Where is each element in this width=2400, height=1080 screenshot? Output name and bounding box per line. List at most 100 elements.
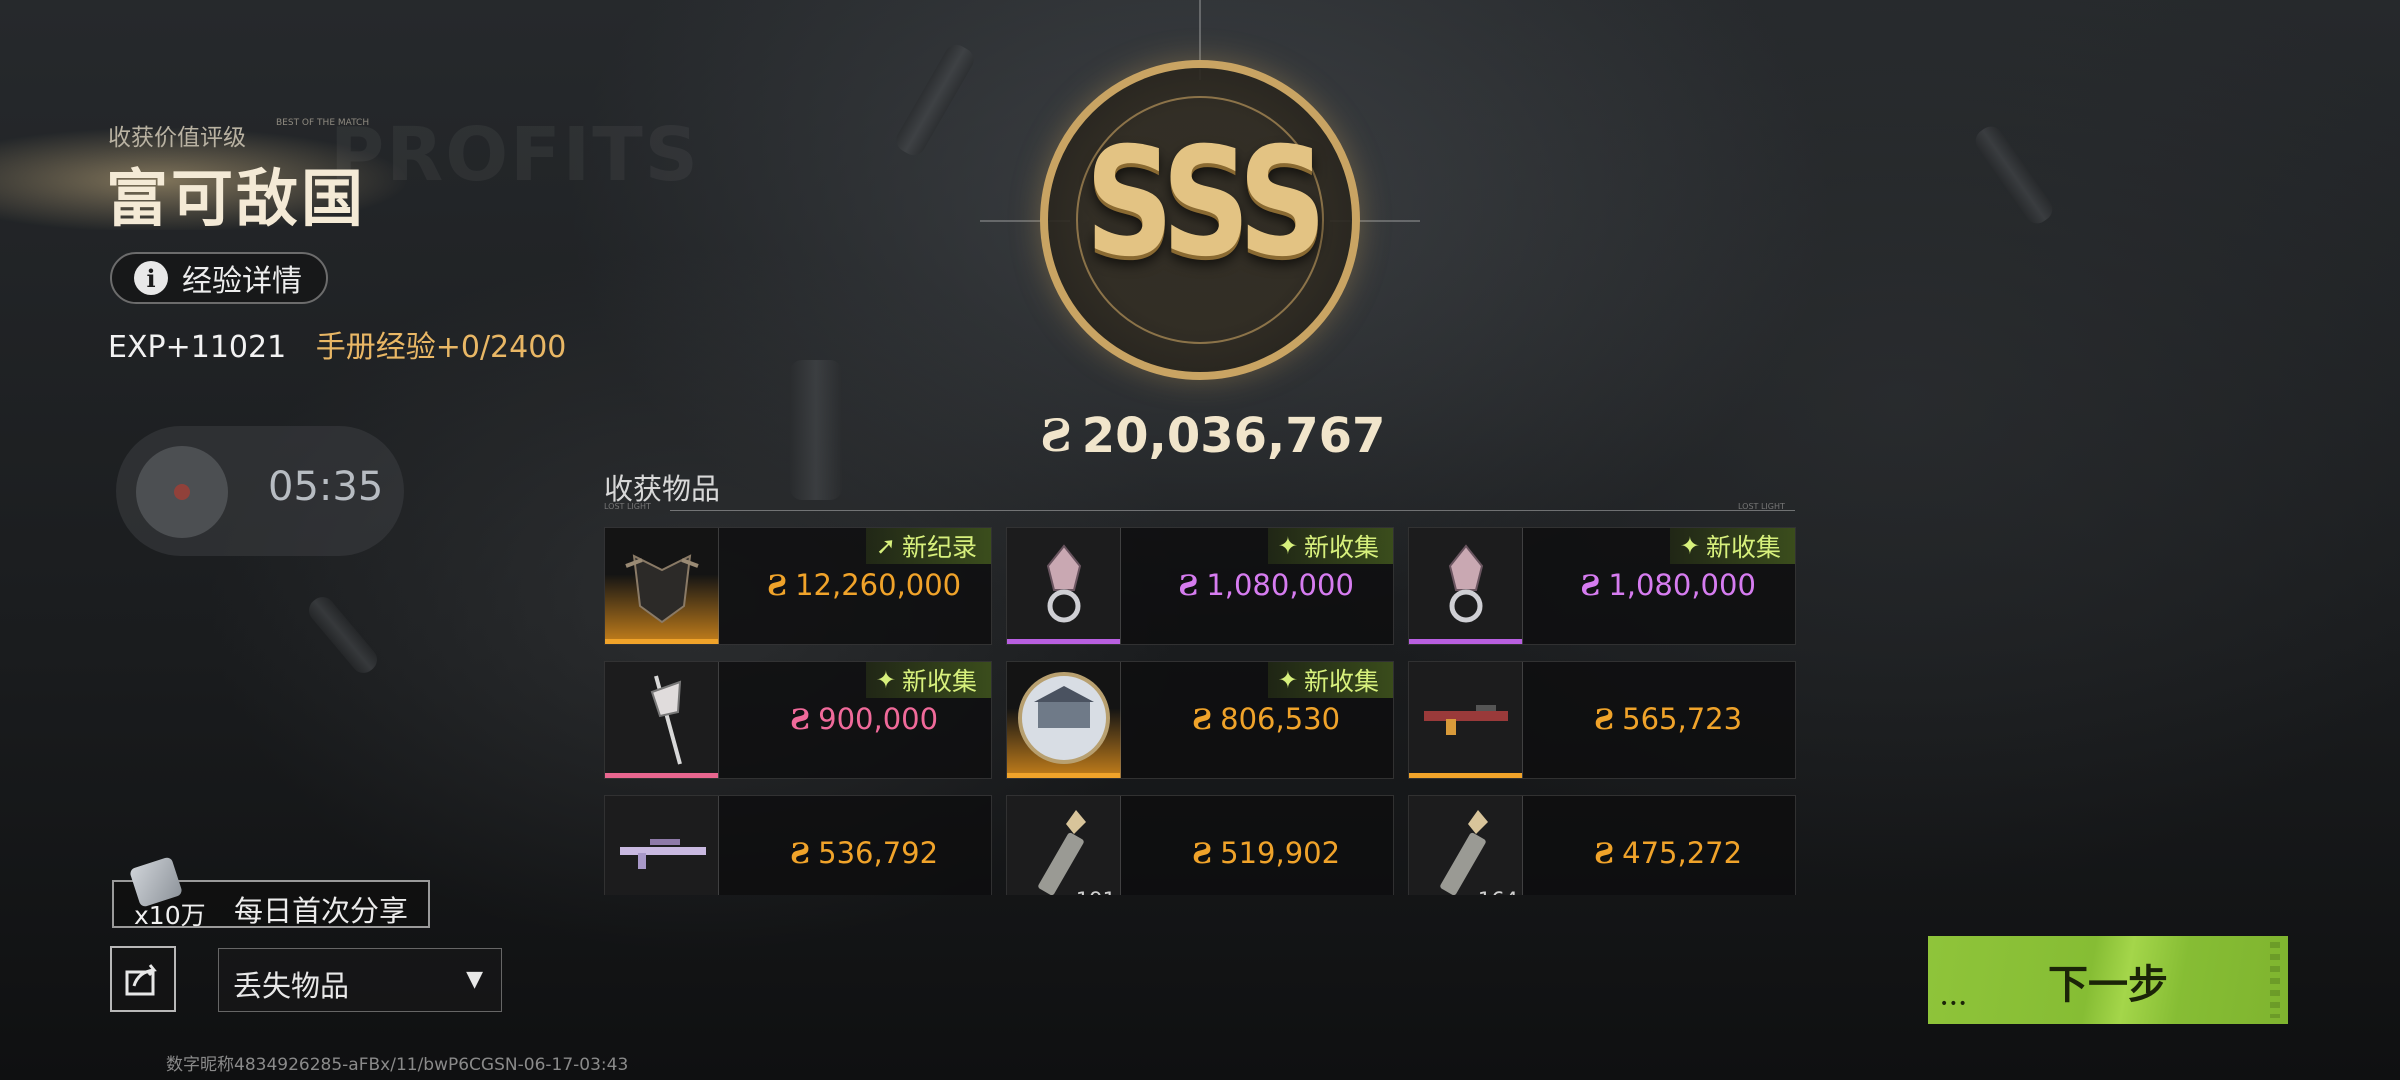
currency-icon: Ƨ	[789, 837, 811, 870]
rifle-icon	[1416, 693, 1516, 747]
next-step-button[interactable]: 下一步 •••	[1928, 936, 2288, 1024]
background-shell-decoration	[1970, 121, 2058, 229]
loot-item-card[interactable]: Ƨ 536,792	[604, 795, 992, 895]
item-thumbnail	[1409, 528, 1523, 644]
exp-summary: EXP+11021 手册经验+0/2400	[108, 322, 566, 366]
loot-item-card[interactable]: Ƨ 1,080,000 ✦ 新收集	[1006, 527, 1394, 645]
item-value-amount: 900,000	[818, 702, 939, 736]
polearm-icon	[622, 668, 702, 772]
next-dots-icon: •••	[1940, 996, 1968, 1012]
items-rule-tag: LOST LIGHT	[1738, 502, 1785, 511]
item-value: Ƨ 806,530	[1141, 702, 1391, 736]
rarity-bar	[605, 773, 718, 778]
currency-icon: Ƨ	[1593, 837, 1615, 870]
total-value: Ƨ 20,036,767	[1040, 408, 1385, 464]
next-step-label: 下一步	[2048, 962, 2168, 1008]
dropdown-arrow-icon: ▼	[466, 967, 483, 992]
sparkle-icon: ✦	[875, 666, 896, 694]
item-thumbnail	[605, 796, 719, 895]
share-label: 每日首次分享	[234, 894, 409, 928]
armor-icon	[614, 536, 710, 636]
item-badge: ✦ 新收集	[1267, 662, 1393, 698]
rank-grade: SSS	[1085, 116, 1327, 290]
ring-icon	[1426, 536, 1506, 636]
next-stripe-decoration	[2270, 942, 2280, 1018]
loot-item-card[interactable]: Ƨ 12,260,000 ➚ 新纪录	[604, 527, 992, 645]
loot-item-card[interactable]: Ƨ 806,530 ✦ 新收集	[1006, 661, 1394, 779]
item-thumbnail	[1007, 662, 1121, 778]
record-timer: 05:35	[268, 464, 384, 510]
rarity-bar	[605, 639, 718, 644]
currency-icon: Ƨ	[1040, 410, 1072, 462]
loot-item-card[interactable]: Ƨ 900,000 ✦ 新收集	[604, 661, 992, 779]
item-value: Ƨ 536,792	[739, 836, 989, 870]
item-badge: ✦ 新收集	[865, 662, 991, 698]
exp-details-label: 经验详情	[182, 264, 302, 299]
item-badge-label: 新收集	[1303, 533, 1379, 562]
loot-item-card[interactable]: Ƨ 565,723	[1408, 661, 1796, 779]
item-badge: ➚ 新纪录	[865, 528, 991, 564]
item-value-amount: 536,792	[818, 836, 939, 870]
item-value-amount: 1,080,000	[1206, 568, 1354, 602]
exp-value: EXP+11021	[108, 330, 287, 365]
sparkle-icon: ✦	[1679, 532, 1700, 560]
rarity-bar	[1409, 639, 1522, 644]
rarity-bar	[1409, 773, 1522, 778]
item-value: Ƨ 1,080,000	[1141, 568, 1391, 602]
ammo-icon	[1426, 802, 1506, 895]
currency-icon: Ƨ	[1178, 569, 1199, 602]
item-value: Ƨ 12,260,000	[739, 568, 989, 602]
item-thumbnail	[1409, 662, 1523, 778]
screen-recorder-widget[interactable]: 05:35	[116, 426, 404, 556]
currency-icon: Ƨ	[766, 569, 788, 602]
item-value: Ƨ 565,723	[1543, 702, 1793, 736]
loot-item-card[interactable]: 191 Ƨ519,902	[1006, 795, 1394, 895]
lost-items-dropdown[interactable]: 丢失物品 ▼	[218, 948, 502, 1012]
lost-items-label: 丢失物品	[233, 969, 350, 1003]
background-shell-decoration	[892, 40, 978, 160]
rarity-bar	[1007, 639, 1120, 644]
item-thumbnail	[605, 528, 719, 644]
item-value-amount: 806,530	[1220, 702, 1341, 736]
currency-icon: Ƨ	[789, 703, 811, 736]
loot-item-card[interactable]: Ƨ 1,080,000 ✦ 新收集	[1408, 527, 1796, 645]
items-grid[interactable]: Ƨ 12,260,000 ➚ 新纪录 Ƨ 1,080,000 ✦ 新收集 Ƨ 1,080,000 ✦…	[604, 527, 1796, 895]
currency-icon: Ƨ	[1593, 703, 1615, 736]
item-quantity: 164	[1478, 888, 1518, 895]
items-divider	[670, 510, 1795, 511]
item-badge-label: 新纪录	[901, 533, 977, 562]
sparkle-icon: ✦	[1277, 666, 1298, 694]
item-badge-label: 新收集	[901, 667, 977, 696]
item-badge: ✦ 新收集	[1669, 528, 1795, 564]
item-thumbnail: 191	[1007, 796, 1121, 895]
item-value-amount: 475,272	[1622, 836, 1743, 870]
item-quantity: 191	[1076, 888, 1116, 895]
item-value: Ƨ 519,902	[1141, 836, 1391, 870]
item-value: Ƨ 475,272	[1543, 836, 1793, 870]
sparkle-icon: ✦	[1277, 532, 1298, 560]
item-thumbnail	[1007, 528, 1121, 644]
item-thumbnail: 164	[1409, 796, 1523, 895]
item-thumbnail	[605, 662, 719, 778]
background-shell-decoration	[304, 592, 382, 678]
rarity-bar	[1007, 773, 1120, 778]
ring-icon	[1024, 536, 1104, 636]
sniper-icon	[610, 827, 714, 881]
loot-item-card[interactable]: 164 Ƨ475,272	[1408, 795, 1796, 895]
currency-icon: Ƨ	[1191, 837, 1213, 870]
currency-icon: Ƨ	[1191, 703, 1213, 736]
ammo-icon	[1024, 802, 1104, 895]
item-value-amount: 12,260,000	[795, 568, 962, 602]
item-value: Ƨ 1,080,000	[1543, 568, 1793, 602]
share-icon	[125, 964, 157, 996]
item-badge-label: 新收集	[1303, 667, 1379, 696]
rating-title: 富可敌国	[106, 162, 367, 235]
item-badge-label: 新收集	[1705, 533, 1781, 562]
exp-details-button[interactable]: i 经验详情	[110, 252, 328, 304]
items-rule-tag: LOST LIGHT	[604, 502, 651, 511]
record-icon[interactable]	[136, 446, 228, 538]
total-value-amount: 20,036,767	[1081, 408, 1386, 464]
currency-icon: Ƨ	[1580, 569, 1601, 602]
item-value-amount: 519,902	[1220, 836, 1341, 870]
share-button[interactable]	[110, 946, 176, 1012]
